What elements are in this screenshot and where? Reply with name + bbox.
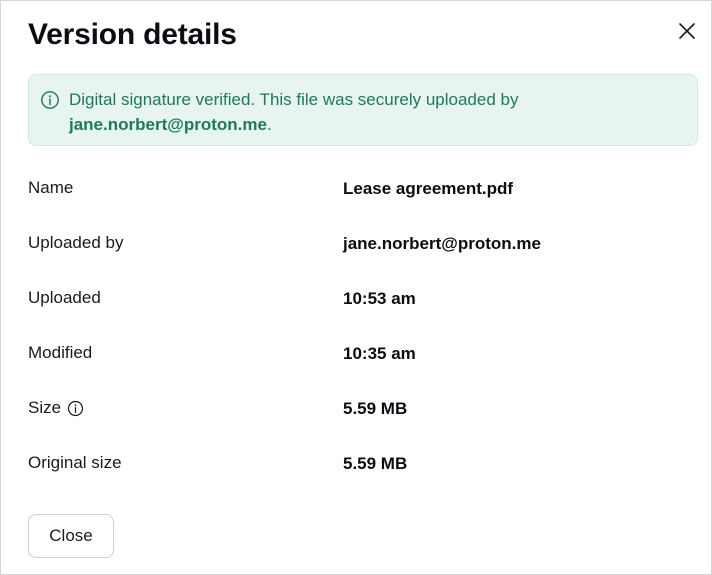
banner-suffix: . [266,115,272,134]
version-details-dialog: Version details Digital signature verifi… [0,0,712,575]
detail-row-modified: Modified 10:35 am [28,326,698,381]
details-list: Name Lease agreement.pdf Uploaded by jan… [28,161,698,491]
detail-row-uploaded: Uploaded 10:53 am [28,271,698,326]
dialog-title: Version details [28,18,237,51]
detail-value: Lease agreement.pdf [343,179,514,198]
signature-verified-banner: Digital signature verified. This file wa… [28,74,698,146]
detail-row-uploaded-by: Uploaded by jane.norbert@proton.me [28,216,698,271]
detail-label: Uploaded by [28,233,124,252]
detail-value: 10:35 am [343,344,416,363]
banner-uploader-email: jane.norbert@proton.me [69,115,267,134]
detail-label: Uploaded [28,288,101,307]
detail-value: 5.59 MB [343,399,408,418]
info-circle-icon[interactable] [67,400,84,417]
detail-label: Original size [28,453,122,472]
detail-label-wrap: Size [28,398,84,418]
banner-message: Digital signature verified. This file wa… [69,90,519,109]
detail-value: 5.59 MB [343,454,408,473]
info-circle-icon [40,90,60,110]
close-icon [675,19,699,43]
detail-label: Size [28,398,62,417]
detail-value: 10:53 am [343,289,416,308]
detail-label: Modified [28,343,93,362]
detail-row-name: Name Lease agreement.pdf [28,161,698,216]
detail-row-original-size: Original size 5.59 MB [28,436,698,491]
close-button[interactable]: Close [28,514,114,558]
detail-value: jane.norbert@proton.me [343,234,541,253]
detail-row-size: Size 5.59 MB [28,381,698,436]
detail-label: Name [28,178,74,197]
close-icon-button[interactable] [675,19,699,43]
